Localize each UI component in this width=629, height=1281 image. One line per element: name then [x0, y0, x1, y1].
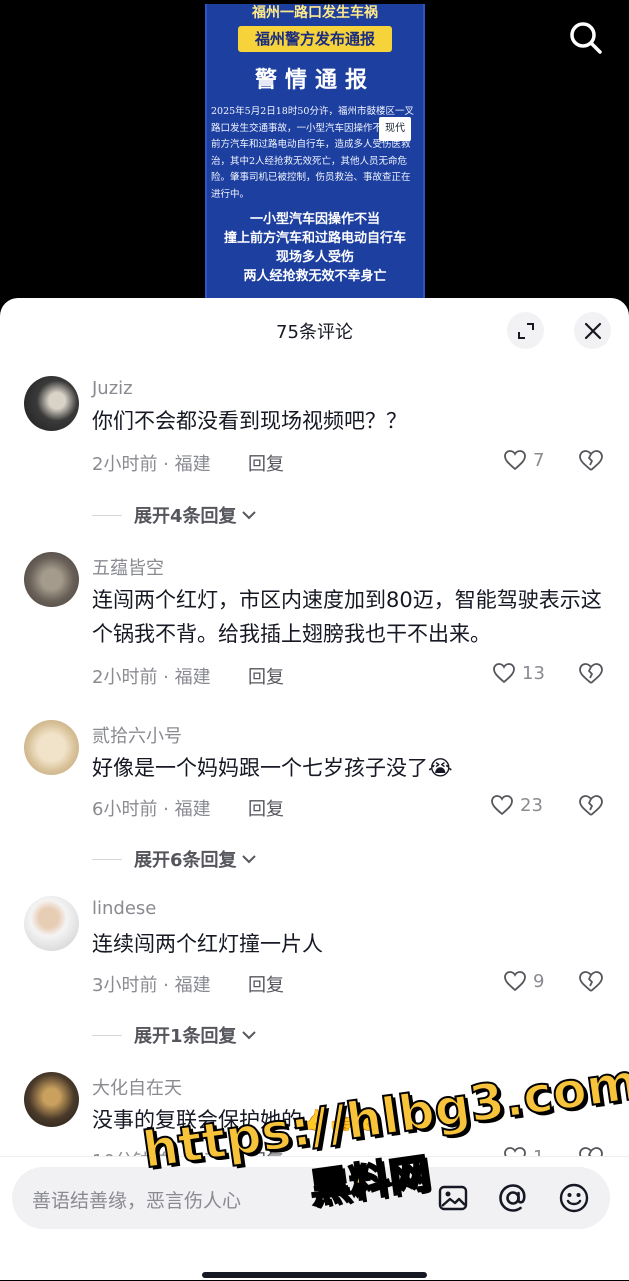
- poster-summary-line: 两人经抢救无效不幸身亡: [243, 269, 387, 284]
- expand-divider: [92, 1034, 122, 1036]
- comment-text: 没事的复联会保护她的👍👍👍: [92, 1108, 381, 1132]
- broken-heart-icon: [579, 663, 603, 684]
- expand-replies-label: 展开4条回复: [134, 506, 237, 527]
- expand-sheet-button[interactable]: [507, 312, 544, 349]
- expand-divider: [92, 858, 122, 860]
- expand-replies-label: 展开6条回复: [134, 850, 237, 871]
- dislike-button[interactable]: [578, 794, 604, 822]
- comment-input-bar: 善语结善缘，恶言伤人心: [0, 1156, 629, 1280]
- expand-replies-button[interactable]: 展开4条回复: [92, 502, 258, 528]
- comment-username[interactable]: 五蕴皆空: [92, 554, 164, 580]
- expand-icon: [517, 322, 534, 339]
- expand-replies-button[interactable]: 展开6条回复: [92, 846, 258, 872]
- reply-button[interactable]: 回复: [248, 795, 284, 821]
- poster-summary-line: 现场多人受伤: [275, 250, 354, 265]
- heart-icon: [491, 795, 513, 816]
- like-button[interactable]: 23: [490, 794, 543, 816]
- mention-button[interactable]: [496, 1181, 530, 1215]
- reply-button[interactable]: 回复: [248, 971, 284, 997]
- heart-icon: [493, 663, 515, 684]
- reply-button[interactable]: 回复: [248, 663, 284, 689]
- comment-meta: 3小时前 · 福建: [92, 975, 211, 996]
- expand-replies-label: 展开1条回复: [134, 1026, 237, 1047]
- dislike-button[interactable]: [578, 970, 604, 998]
- poster-summary: 一小型汽车因操作不当 撞上前方汽车和过路电动自行车 现场多人受伤 两人经抢救无效…: [207, 210, 423, 286]
- like-button[interactable]: 7: [503, 449, 544, 471]
- heart-icon: [504, 450, 526, 471]
- emoji-icon: [559, 1183, 589, 1213]
- comment-meta: 2小时前 · 福建: [92, 667, 211, 688]
- image-icon: [438, 1185, 468, 1211]
- close-sheet-button[interactable]: [574, 312, 611, 349]
- dislike-button[interactable]: [578, 662, 604, 690]
- comments-sheet: 75条评论 Juziz 你们不会都没看到现场视频吧？？ 2小时前 · 福建 回复…: [0, 298, 629, 1280]
- home-indicator[interactable]: [202, 1272, 427, 1278]
- comment-input[interactable]: 善语结善缘，恶言伤人心: [12, 1167, 610, 1229]
- search-button[interactable]: [566, 18, 606, 58]
- like-button[interactable]: 13: [492, 662, 545, 684]
- avatar[interactable]: [24, 376, 79, 431]
- comment-meta: 2小时前 · 福建: [92, 454, 211, 475]
- image-button[interactable]: [436, 1181, 470, 1215]
- comment-text: 连闯两个红灯，市区内速度加到80迈，智能驾驶表示这个锅我不背。给我插上翅膀我也干…: [92, 588, 602, 646]
- avatar[interactable]: [24, 720, 79, 775]
- comment-username[interactable]: Juziz: [92, 378, 133, 399]
- poster-summary-line: 一小型汽车因操作不当: [249, 212, 380, 227]
- heart-icon: [504, 971, 526, 992]
- comment-text: 连续闯两个红灯撞一片人: [92, 932, 323, 956]
- comment-username[interactable]: 大化自在天: [92, 1074, 182, 1100]
- like-count: 23: [520, 794, 543, 816]
- comment-text: 好像是一个妈妈跟一个七岁孩子没了😭: [92, 756, 453, 780]
- dislike-button[interactable]: [578, 449, 604, 477]
- avatar[interactable]: [24, 552, 79, 607]
- like-count: 7: [533, 449, 545, 471]
- like-button[interactable]: 9: [503, 970, 544, 992]
- chevron-down-icon: [241, 511, 256, 520]
- broken-heart-icon: [579, 450, 603, 471]
- expand-divider: [92, 514, 122, 516]
- sheet-header: 75条评论: [0, 298, 629, 362]
- comment-username[interactable]: 贰拾六小号: [92, 722, 182, 748]
- reply-button[interactable]: 回复: [248, 450, 284, 476]
- comment-meta: 6小时前 · 福建: [92, 799, 211, 820]
- avatar[interactable]: [24, 896, 79, 951]
- comment-text: 你们不会都没看到现场视频吧？？: [92, 409, 407, 433]
- poster-subtitle: 福州警方发布通报: [238, 26, 392, 52]
- search-icon: [570, 22, 602, 54]
- poster-stamp: 现代: [379, 117, 411, 141]
- chevron-down-icon: [241, 1031, 256, 1040]
- poster-summary-line: 撞上前方汽车和过路电动自行车: [223, 231, 406, 246]
- chevron-down-icon: [241, 855, 256, 864]
- broken-heart-icon: [579, 795, 603, 816]
- poster-top-banner: 福州一路口发生车祸: [252, 5, 378, 21]
- poster-title: 警情通报: [254, 68, 375, 93]
- comment-username[interactable]: lindese: [92, 898, 156, 919]
- at-icon: [499, 1184, 526, 1212]
- close-icon: [584, 322, 601, 339]
- like-count: 13: [522, 662, 545, 684]
- avatar[interactable]: [24, 1072, 79, 1127]
- video-area[interactable]: 福州一路口发生车祸 福州警方发布通报 警情通报 2025年5月2日18时50分许…: [0, 0, 629, 320]
- emoji-button[interactable]: [557, 1181, 591, 1215]
- comment-input-placeholder: 善语结善缘，恶言伤人心: [32, 1190, 242, 1212]
- expand-replies-button[interactable]: 展开1条回复: [92, 1022, 258, 1048]
- news-poster: 福州一路口发生车祸 福州警方发布通报 警情通报 2025年5月2日18时50分许…: [205, 4, 425, 300]
- broken-heart-icon: [579, 971, 603, 992]
- like-count: 9: [533, 970, 545, 992]
